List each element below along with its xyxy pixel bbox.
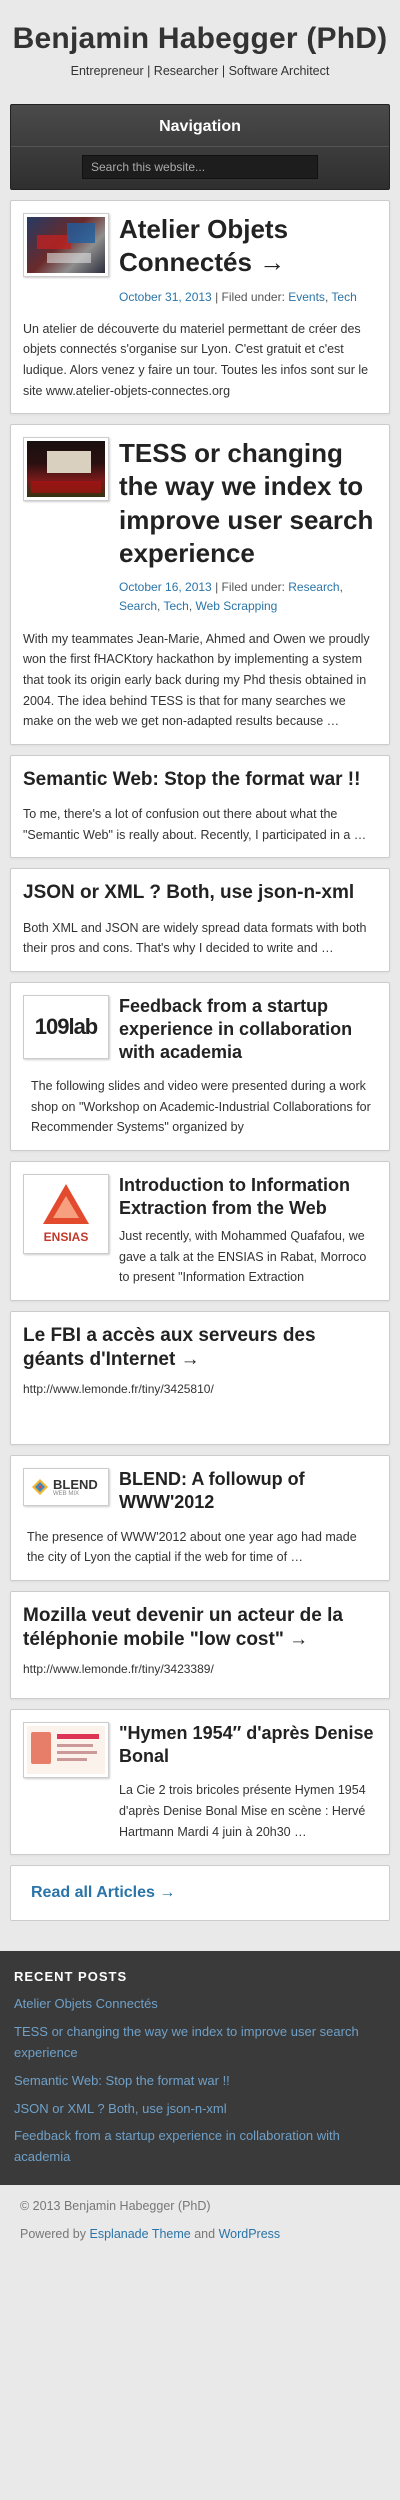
- post-card: TESS or changing the way we index to imp…: [10, 424, 390, 745]
- post-thumbnail[interactable]: 109lab: [23, 994, 109, 1059]
- navigation-bar: Navigation: [10, 104, 390, 190]
- post-excerpt: Both XML and JSON are widely spread data…: [23, 920, 367, 956]
- post-thumbnail[interactable]: [23, 437, 109, 502]
- post-title[interactable]: Le FBI a accès aux serveurs des géants d…: [23, 1324, 377, 1373]
- site-title[interactable]: Benjamin Habegger (PhD): [8, 22, 392, 56]
- blend-logo-icon: [32, 1479, 48, 1496]
- site-tagline: Entrepreneur | Researcher | Software Arc…: [70, 64, 330, 78]
- post-excerpt: To me, there's a lot of confusion out th…: [23, 807, 367, 842]
- post-date-link[interactable]: October 31, 2013: [119, 290, 212, 304]
- post-title[interactable]: BLEND: A followup of WWW'2012: [119, 1468, 377, 1514]
- post-excerpt: La Cie 2 trois bricoles présente Hymen 1…: [119, 1783, 366, 1839]
- read-all-articles-link[interactable]: Read all Articles →: [31, 1884, 175, 1901]
- post-card: Le FBI a accès aux serveurs des géants d…: [10, 1310, 390, 1446]
- post-card: Atelier Objets Connectés → October 31, 2…: [10, 200, 390, 415]
- recent-posts-title: RECENT POSTS: [14, 1969, 128, 1985]
- recent-post-link[interactable]: JSON or XML ? Both, use json-n-xml: [14, 2101, 227, 2116]
- post-card: BLEND WEB MIX BLEND: A followup of WWW'2…: [10, 1455, 390, 1581]
- post-card: ENSIAS Introduction to Information Extra…: [10, 1160, 390, 1301]
- powered-by-and: and: [194, 2226, 216, 2241]
- recent-post-link[interactable]: Feedback from a startup experience in co…: [14, 2128, 340, 2164]
- post-thumbnail[interactable]: [23, 213, 109, 277]
- post-title[interactable]: Semantic Web: Stop the format war !!: [23, 768, 377, 792]
- post-thumbnail[interactable]: BLEND WEB MIX: [23, 1468, 109, 1507]
- post-excerpt: Just recently, with Mohammed Quafafou, w…: [119, 1228, 367, 1285]
- powered-by: Powered by Esplanade Theme and WordPress: [20, 2227, 380, 2241]
- nav-divider: [11, 146, 389, 147]
- category-link[interactable]: Tech: [331, 290, 356, 304]
- category-link[interactable]: Research: [288, 580, 339, 594]
- post-thumbnail[interactable]: ENSIAS: [23, 1173, 109, 1254]
- navigation-toggle[interactable]: Navigation: [11, 105, 389, 146]
- list-item: Semantic Web: Stop the format war !!: [14, 2069, 386, 2097]
- search-input[interactable]: [82, 155, 318, 179]
- site-footer: © 2013 Benjamin Habegger (PhD) Powered b…: [0, 2184, 400, 2263]
- post-url: http://www.lemonde.fr/tiny/3425810/: [23, 1382, 214, 1397]
- ensias-logo-icon: ENSIAS: [35, 1183, 97, 1244]
- post-card: JSON or XML ? Both, use json-n-xml Both …: [10, 868, 390, 972]
- post-excerpt: The following slides and video were pres…: [31, 1079, 371, 1135]
- post-date-link[interactable]: October 16, 2013: [119, 580, 212, 594]
- read-all-box: Read all Articles →: [10, 1865, 390, 1922]
- post-excerpt: Un atelier de découverte du materiel per…: [23, 321, 369, 398]
- post-title[interactable]: Feedback from a startup experience in co…: [119, 995, 377, 1064]
- category-link[interactable]: Search: [119, 599, 157, 613]
- post-title[interactable]: TESS or changing the way we index to imp…: [119, 437, 377, 570]
- post-excerpt: With my teammates Jean-Marie, Ahmed and …: [23, 631, 370, 729]
- copyright: © 2013 Benjamin Habegger (PhD): [20, 2198, 211, 2213]
- post-meta: October 31, 2013 | Filed under: Events, …: [119, 289, 357, 304]
- post-title[interactable]: Introduction to Information Extraction f…: [119, 1174, 377, 1220]
- list-item: Feedback from a startup experience in co…: [14, 2124, 386, 2173]
- recent-post-link[interactable]: Semantic Web: Stop the format war !!: [14, 2073, 230, 2088]
- list-item: TESS or changing the way we index to imp…: [14, 2020, 386, 2069]
- list-item: JSON or XML ? Both, use json-n-xml: [14, 2097, 386, 2125]
- post-meta: October 16, 2013 | Filed under: Research…: [119, 580, 343, 614]
- list-item: Atelier Objets Connectés: [14, 1992, 386, 2020]
- post-title[interactable]: Atelier Objets Connectés →: [119, 213, 377, 280]
- post-excerpt: The presence of WWW'2012 about one year …: [27, 1529, 357, 1565]
- recent-posts-widget: RECENT POSTS Atelier Objets Connectés TE…: [0, 1951, 400, 2185]
- powered-by-prefix: Powered by: [20, 2226, 87, 2241]
- theme-link[interactable]: Esplanade Theme: [90, 2227, 191, 2241]
- post-card: "Hymen 1954″ d'après Denise Bonal La Cie…: [10, 1709, 390, 1856]
- recent-post-link[interactable]: TESS or changing the way we index to imp…: [14, 2024, 359, 2060]
- recent-posts-list: Atelier Objets Connectés TESS or changin…: [14, 1992, 386, 2173]
- filed-under-label: | Filed under:: [215, 289, 285, 304]
- post-title[interactable]: Mozilla veut devenir un acteur de la tél…: [23, 1604, 377, 1653]
- post-title[interactable]: JSON or XML ? Both, use json-n-xml: [23, 881, 377, 905]
- svg-text:ENSIAS: ENSIAS: [44, 1230, 89, 1244]
- category-link[interactable]: Tech: [163, 599, 188, 613]
- post-card: 109lab Feedback from a startup experienc…: [10, 981, 390, 1151]
- post-url: http://www.lemonde.fr/tiny/3423389/: [23, 1662, 214, 1677]
- post-card: Semantic Web: Stop the format war !! To …: [10, 754, 390, 859]
- site-header: Benjamin Habegger (PhD) Entrepreneur | R…: [0, 0, 400, 92]
- wordpress-link[interactable]: WordPress: [219, 2227, 281, 2241]
- filed-under-label: | Filed under:: [215, 580, 285, 595]
- logo-109lab-icon: 109lab: [34, 1013, 98, 1039]
- blend-logo-text: BLEND: [53, 1476, 98, 1492]
- post-title[interactable]: "Hymen 1954″ d'après Denise Bonal: [119, 1722, 377, 1768]
- post-card: Mozilla veut devenir un acteur de la tél…: [10, 1590, 390, 1700]
- recent-post-link[interactable]: Atelier Objets Connectés: [14, 1996, 158, 2011]
- blend-logo-subtext: WEB MIX: [53, 1490, 80, 1497]
- category-link[interactable]: Events: [288, 290, 325, 304]
- category-link[interactable]: Web Scrapping: [196, 599, 278, 613]
- post-thumbnail[interactable]: [23, 1722, 109, 1779]
